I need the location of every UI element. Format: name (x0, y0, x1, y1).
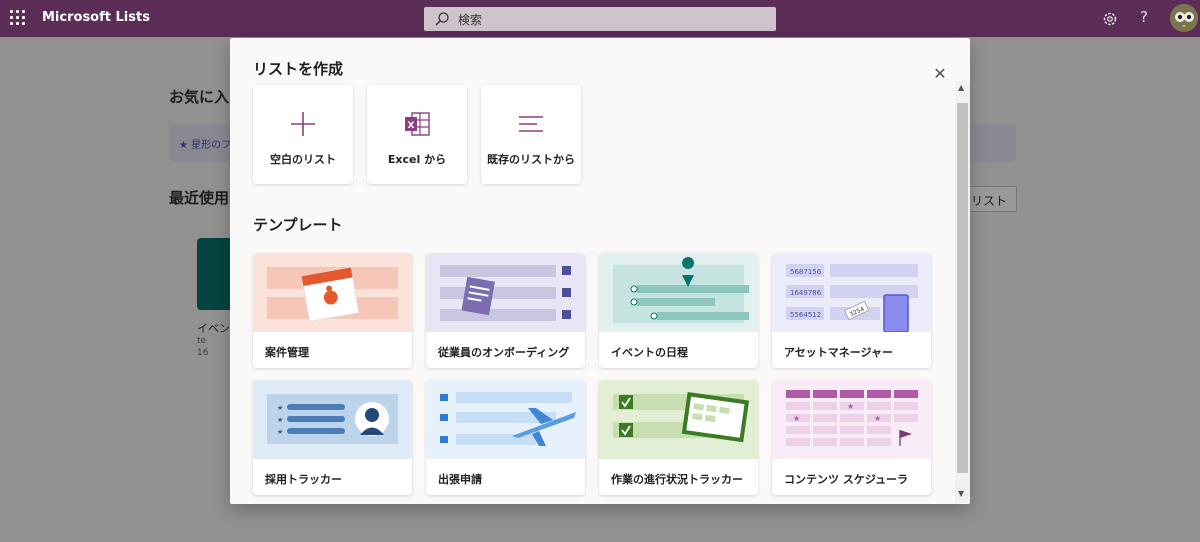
template-label: イベントの日程 (611, 346, 688, 359)
help-icon[interactable]: ? (1140, 8, 1148, 26)
dialog-title: リストを作成 (253, 60, 344, 78)
svg-text:★: ★ (277, 428, 283, 436)
map-pin-timeline-illustration (599, 253, 758, 332)
template-label: 案件管理 (265, 346, 309, 359)
template-issue-tracker[interactable]: 案件管理 (253, 253, 412, 368)
dialog-scrollbar[interactable]: ▲ ▼ (955, 81, 970, 503)
excel-icon: X (405, 112, 430, 136)
svg-text:★: ★ (277, 416, 283, 424)
asset-number-3: 5564512 (790, 311, 821, 319)
template-employee-onboarding[interactable]: 従業員のオンボーディング (426, 253, 585, 368)
scroll-thumb[interactable] (957, 103, 968, 473)
template-work-progress-tracker[interactable]: 作業の進行状況トラッカー (599, 380, 758, 495)
from-excel-label: Excel から (387, 153, 447, 166)
scroll-down-arrow-icon[interactable]: ▼ (958, 489, 964, 498)
from-existing-list-button[interactable]: 既存のリストから (481, 85, 581, 184)
template-travel-requests[interactable]: 出張申請 (426, 380, 585, 495)
template-label: アセットマネージャー (784, 346, 894, 359)
calendar-bug-illustration (253, 253, 412, 332)
template-recruitment-tracker[interactable]: ★ ★ ★ 採用トラッカー (253, 380, 412, 495)
list-lines-icon (519, 116, 543, 132)
search-placeholder: 検索 (458, 13, 483, 27)
close-icon[interactable]: ✕ (930, 64, 950, 84)
asset-number-2: 1649786 (790, 289, 822, 297)
svg-text:★: ★ (277, 404, 283, 412)
template-label: 出張申請 (438, 473, 482, 486)
from-existing-list-label: 既存のリストから (487, 153, 575, 166)
clipboard-checklist-illustration (426, 253, 585, 332)
scroll-up-arrow-icon[interactable]: ▲ (958, 83, 964, 92)
plus-icon (291, 112, 315, 136)
svg-text:X: X (408, 121, 415, 131)
settings-gear-icon[interactable] (1101, 10, 1119, 28)
template-label: 採用トラッカー (265, 473, 342, 486)
search-box[interactable]: 検索 (424, 7, 776, 31)
svg-text:★: ★ (847, 402, 854, 411)
template-label: コンテンツ スケジューラ (784, 473, 909, 486)
template-asset-manager[interactable]: 5687156 1649786 5564512 3254 アセットマネージャー (772, 253, 931, 368)
template-label: 作業の進行状況トラッカー (611, 473, 743, 486)
blank-list-label: 空白のリスト (270, 153, 336, 166)
from-excel-button[interactable]: X Excel から (367, 85, 467, 184)
candidate-profile-illustration: ★ ★ ★ (253, 380, 412, 459)
templates-heading: テンプレート (253, 216, 343, 234)
suite-bar: Microsoft Lists 検索 ? (0, 0, 1200, 37)
avatar[interactable] (1170, 4, 1198, 32)
template-label: 従業員のオンボーディング (438, 346, 570, 359)
app-title[interactable]: Microsoft Lists (42, 10, 150, 25)
content-calendar-illustration: ★ ★ ★ (772, 380, 931, 459)
app-launcher-icon[interactable] (10, 10, 26, 26)
create-list-dialog: リストを作成 ✕ ▲ ▼ 空白のリスト X Excel から 既存のリストから (230, 38, 970, 504)
airplane-illustration (426, 380, 585, 459)
blank-list-button[interactable]: 空白のリスト (253, 85, 353, 184)
asset-phone-illustration: 5687156 1649786 5564512 3254 (772, 253, 931, 332)
svg-text:★: ★ (793, 414, 800, 423)
search-icon (435, 12, 449, 26)
template-content-scheduler[interactable]: ★ ★ ★ コンテンツ スケジューラ (772, 380, 931, 495)
progress-board-illustration (599, 380, 758, 459)
asset-number-1: 5687156 (790, 268, 822, 276)
svg-text:★: ★ (874, 414, 881, 423)
template-event-itinerary[interactable]: イベントの日程 (599, 253, 758, 368)
